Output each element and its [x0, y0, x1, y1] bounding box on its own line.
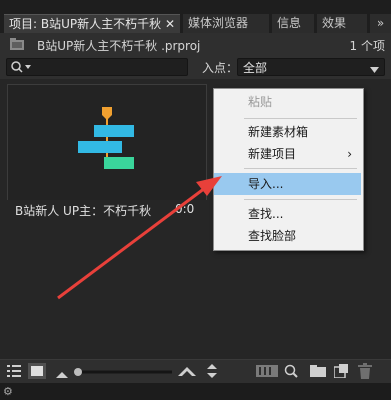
gear-icon[interactable]: ⚙	[3, 385, 13, 398]
find-icon[interactable]	[284, 364, 298, 381]
list-view-icon[interactable]	[7, 365, 21, 380]
zoom-out-icon[interactable]	[56, 367, 68, 381]
automate-to-sequence-icon[interactable]	[256, 365, 278, 380]
icon-view-icon[interactable]	[28, 363, 46, 382]
zoom-in-icon[interactable]	[178, 365, 196, 379]
sort-icon[interactable]	[207, 364, 217, 381]
project-toolbar	[0, 359, 391, 384]
trash-icon[interactable]	[358, 363, 372, 382]
status-bar: ⚙	[0, 383, 391, 400]
new-item-icon[interactable]	[333, 364, 348, 381]
new-bin-icon[interactable]	[310, 365, 326, 380]
zoom-slider[interactable]	[72, 366, 172, 381]
annotation-arrow	[57, 176, 222, 300]
